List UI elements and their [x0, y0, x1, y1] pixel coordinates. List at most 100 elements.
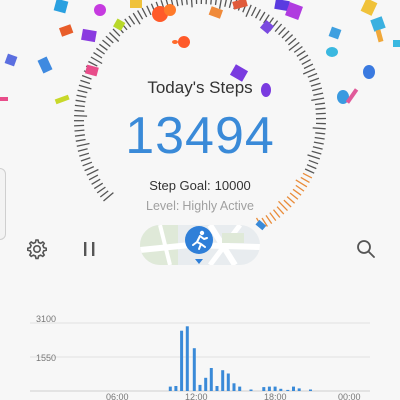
- gauge-tick: [296, 50, 306, 57]
- gauge-tick: [165, 0, 170, 9]
- gauge-tick: [99, 43, 108, 51]
- gauge-tick: [160, 0, 166, 13]
- gauge-tick: [170, 0, 174, 8]
- gauge-tick: [218, 0, 222, 9]
- gauge-tick: [176, 0, 179, 7]
- chart-bar: [221, 370, 225, 391]
- gauge-tick: [265, 215, 273, 224]
- pause-icon: [84, 242, 95, 256]
- gauge-tick: [116, 24, 124, 34]
- step-count: 13494: [125, 107, 275, 165]
- gauge-tick: [314, 102, 325, 106]
- y-tick-label: 1550: [36, 353, 56, 363]
- gauge-tick: [86, 168, 99, 176]
- chart-bar: [226, 373, 230, 391]
- route-map-card[interactable]: [140, 225, 260, 265]
- gauge-tick: [242, 2, 248, 13]
- gauge-tick: [287, 37, 297, 46]
- search-icon: [357, 240, 375, 258]
- activity-level: Level: Highly Active: [0, 199, 400, 213]
- gauge-tick: [259, 11, 266, 21]
- gauge-tick: [90, 56, 103, 65]
- gauge-tick: [250, 6, 257, 17]
- gauge-tick: [210, 0, 212, 5]
- gauge-tick: [88, 60, 98, 67]
- x-tick-label: 12:00: [185, 392, 208, 400]
- chart-bar: [273, 386, 277, 391]
- running-person-icon: [185, 226, 213, 264]
- gauge-tick: [124, 18, 132, 28]
- gauge-tick: [205, 0, 207, 5]
- activity-level-label: Level:: [146, 199, 180, 213]
- gauge-tick: [303, 63, 314, 70]
- gauge-tick: [84, 166, 95, 172]
- gauge-tick: [155, 1, 161, 12]
- gauge-tick: [293, 45, 303, 53]
- chart-bar: [185, 326, 189, 391]
- gauge-tick: [301, 59, 311, 65]
- steps-bar-chart: 3100 1550 06:00 12:00 18:00 00:00: [30, 314, 370, 400]
- chart-bar: [262, 387, 266, 391]
- chart-bar: [232, 383, 236, 391]
- gauge-tick: [233, 0, 238, 10]
- gauge-tick: [245, 4, 252, 18]
- gauge-tick: [93, 52, 103, 59]
- gauge-tick: [102, 39, 111, 48]
- gauge-tick: [105, 35, 114, 44]
- gear-icon: [27, 239, 47, 260]
- x-tick-label: 18:00: [264, 392, 287, 400]
- chart-bar: [209, 368, 213, 391]
- hourly-steps-chart: 3100 1550 06:00 12:00 18:00 00:00: [0, 305, 400, 400]
- chart-bar: [174, 386, 178, 391]
- side-panel-handle[interactable]: [0, 168, 6, 240]
- chart-bar: [180, 330, 184, 391]
- gauge-tick: [228, 0, 233, 8]
- x-tick-label: 00:00: [338, 392, 361, 400]
- gauge-tick: [284, 34, 294, 42]
- gauge-tick: [141, 7, 148, 18]
- gauge-tick: [302, 68, 316, 75]
- gauge-tick: [274, 23, 283, 33]
- y-tick-label: 3100: [36, 314, 56, 324]
- gauge-tick: [214, 0, 217, 6]
- gauge-tick: [267, 17, 275, 27]
- gauge-tick: [112, 28, 121, 37]
- chart-bar: [168, 386, 172, 391]
- step-goal: Step Goal: 10000: [0, 178, 400, 193]
- pause-button[interactable]: [75, 235, 103, 263]
- chart-bar: [215, 386, 219, 391]
- gauge-tick: [281, 30, 290, 39]
- gauge-tick: [120, 21, 128, 31]
- chart-bar: [267, 386, 271, 391]
- gauge-tick: [186, 0, 188, 5]
- chart-bar: [286, 389, 290, 391]
- gauge-tick: [150, 3, 156, 14]
- gauge-tick: [311, 97, 325, 102]
- gauge-tick: [224, 0, 227, 7]
- gauge-tick: [190, 0, 193, 8]
- page-title: Today's Steps: [147, 78, 253, 97]
- chart-bar: [249, 389, 253, 391]
- gauge-tick: [146, 5, 152, 16]
- step-goal-label: Step Goal:: [149, 178, 211, 193]
- gauge-tick: [96, 47, 105, 55]
- gauge-tick: [304, 168, 315, 174]
- gauge-tick: [237, 0, 243, 11]
- chart-bar: [309, 389, 312, 391]
- gauge-tick: [181, 0, 184, 6]
- chart-bar: [279, 388, 283, 391]
- settings-button[interactable]: [22, 235, 50, 263]
- gauge-tick: [75, 99, 86, 103]
- gauge-tick: [85, 65, 96, 71]
- gauge-tick: [255, 9, 261, 19]
- gauge-tick: [278, 26, 286, 36]
- gauge-tick: [299, 54, 309, 61]
- chart-bar: [238, 386, 242, 391]
- search-button[interactable]: [352, 235, 380, 263]
- chart-bar: [292, 386, 295, 391]
- chart-bar: [297, 388, 301, 391]
- gauge-tick: [263, 14, 270, 24]
- activity-level-value: Highly Active: [182, 199, 254, 213]
- chart-bar: [198, 384, 202, 391]
- chart-bar: [204, 377, 208, 391]
